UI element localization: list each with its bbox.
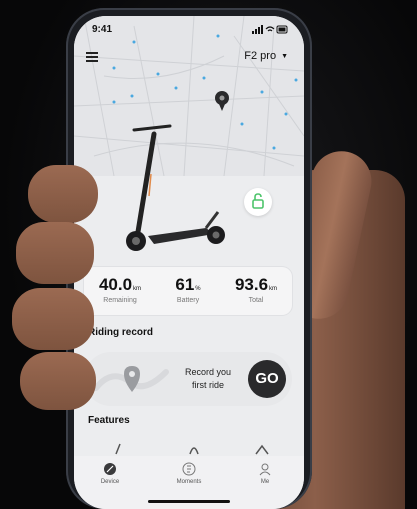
stat-battery: 61% Battery — [160, 275, 216, 304]
stat-label: Remaining — [103, 297, 137, 304]
menu-icon[interactable] — [86, 52, 98, 62]
tab-label: Device — [100, 479, 120, 485]
home-indicator — [148, 500, 230, 503]
model-selector[interactable]: F2 pro ▼ — [244, 50, 288, 62]
features-title: Features — [88, 415, 130, 426]
lock-icon — [252, 193, 264, 209]
record-prompt-line2: first ride — [191, 380, 224, 390]
stat-label: Total — [248, 297, 264, 304]
stats-card: 40.0km Remaining 61% Battery 93.6km Tota… — [84, 267, 292, 315]
chevron-down-icon: ▼ — [281, 53, 288, 60]
stat-label: Battery — [176, 297, 200, 304]
tab-moments[interactable]: Moments — [164, 462, 214, 485]
record-prompt: Record you first ride — [176, 366, 240, 392]
feature-icons-row — [115, 443, 269, 455]
model-name: F2 pro — [244, 50, 277, 62]
status-time: 9:41 — [92, 24, 113, 35]
stat-value: 93.6 — [234, 275, 269, 294]
tab-label: Moments — [176, 479, 202, 485]
tab-label: Me — [260, 479, 270, 485]
stat-value: 61 — [175, 275, 195, 294]
compass-icon — [104, 463, 116, 475]
unlock-button[interactable] — [244, 188, 272, 216]
location-pin-icon[interactable] — [214, 90, 230, 112]
stat-remaining: 40.0km Remaining — [90, 275, 150, 304]
status-icons — [252, 25, 288, 34]
stat-total: 93.6km Total — [226, 275, 286, 304]
scooter-image — [126, 124, 225, 251]
stat-value: 40.0 — [98, 275, 133, 294]
stat-unit: km — [133, 286, 142, 292]
tab-device[interactable]: Device — [85, 462, 135, 485]
stat-unit: % — [195, 286, 201, 292]
riding-record-title: Riding record — [88, 327, 154, 338]
go-button[interactable]: GO — [248, 360, 286, 398]
tab-me[interactable]: Me — [240, 462, 290, 485]
route-map-icon — [93, 366, 169, 392]
person-icon — [259, 463, 271, 476]
app-screen: 9:41 F2 pro ▼ 40.0km Remaining 61% Batte… — [74, 16, 304, 509]
riding-record-card[interactable]: Record you first ride GO — [84, 352, 292, 406]
record-prompt-line1: Record you — [184, 367, 232, 377]
status-bar: 9:41 — [92, 24, 288, 38]
moments-icon — [182, 462, 196, 476]
stat-unit: km — [269, 286, 278, 292]
